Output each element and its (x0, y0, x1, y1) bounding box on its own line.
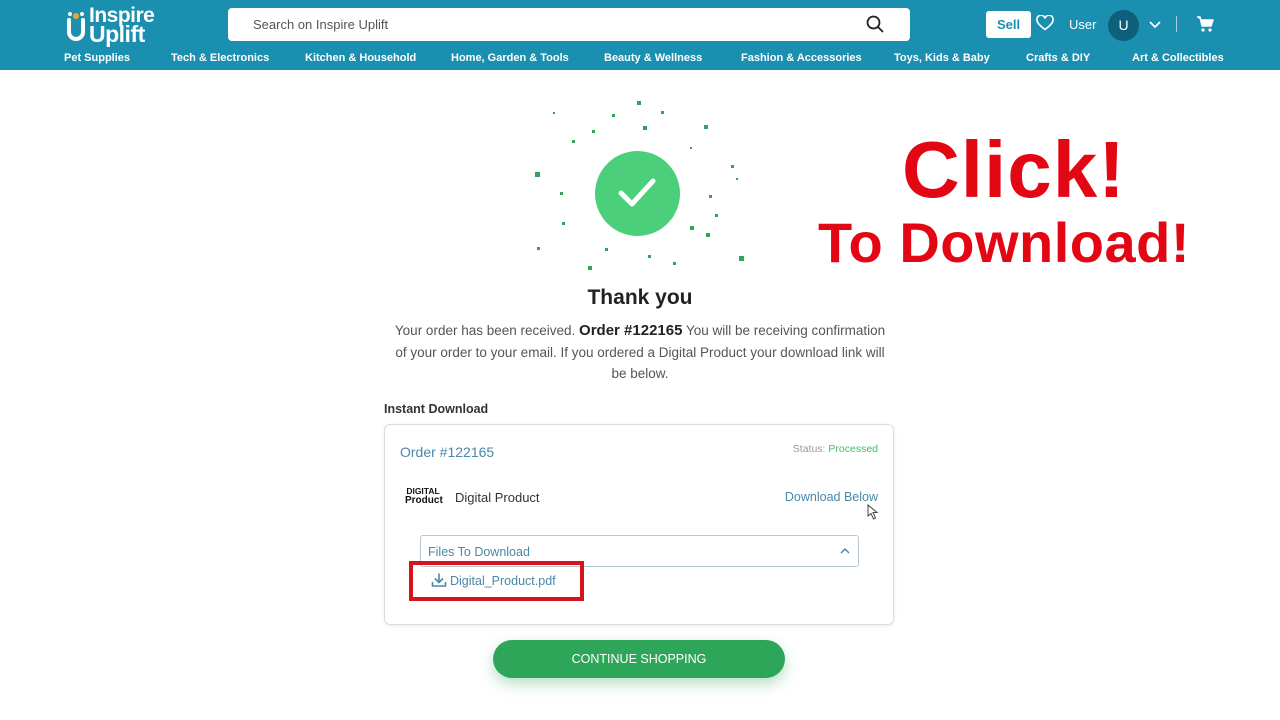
category-toys-kids-baby[interactable]: Toys, Kids & Baby (894, 52, 990, 64)
thank-you-heading: Thank you (587, 286, 693, 309)
category-home-garden-tools[interactable]: Home, Garden & Tools (451, 52, 569, 64)
product-thumb-line2: Product (405, 495, 443, 506)
order-number: Order #122165 (400, 444, 495, 460)
category-beauty-wellness[interactable]: Beauty & Wellness (604, 52, 702, 64)
product-thumbnail: DIGITAL Product (405, 487, 443, 507)
download-below-link[interactable]: Download Below (785, 490, 878, 504)
category-tech-electronics[interactable]: Tech & Electronics (171, 52, 269, 64)
mouse-cursor-icon (867, 504, 879, 520)
logo-text-uplift: Uplift (89, 21, 145, 47)
status-value: Processed (828, 443, 878, 455)
category-art-collectibles[interactable]: Art & Collectibles (1132, 52, 1224, 64)
success-check-icon (595, 151, 680, 236)
continue-shopping-button[interactable]: CONTINUE SHOPPING (493, 640, 785, 678)
instant-download-label: Instant Download (384, 402, 489, 416)
confirmation-msg-before: Your order has been received. (394, 323, 576, 338)
product-name: Digital Product (455, 490, 540, 505)
chevron-up-icon[interactable] (840, 547, 850, 555)
category-kitchen-household[interactable]: Kitchen & Household (305, 52, 416, 64)
category-fashion-accessories[interactable]: Fashion & Accessories (741, 52, 862, 64)
confirmation-order-number: Order #122165 (579, 322, 683, 339)
chevron-down-icon[interactable] (1148, 17, 1162, 31)
logo-mark-icon (67, 12, 85, 41)
status-label: Status: (792, 443, 826, 455)
order-status: Status: Processed (793, 443, 878, 455)
user-label[interactable]: User (1069, 17, 1096, 32)
header-divider (1176, 16, 1177, 32)
category-pet-supplies[interactable]: Pet Supplies (64, 52, 130, 64)
sell-button[interactable]: Sell (986, 11, 1031, 38)
overlay-to-download-text: To Download! (818, 211, 1190, 274)
files-to-download-title: Files To Download (428, 545, 530, 559)
category-crafts-diy[interactable]: Crafts & DIY (1026, 52, 1090, 64)
overlay-click-text: Click! (902, 125, 1126, 214)
confirmation-message: Your order has been received. Order #122… (390, 320, 890, 385)
top-header: Inspire Uplift Search on Inspire Uplift … (0, 0, 1280, 70)
site-logo[interactable]: Inspire Uplift (63, 4, 163, 47)
avatar[interactable]: U (1108, 10, 1139, 41)
search-input[interactable]: Search on Inspire Uplift (228, 8, 910, 41)
highlight-box (409, 561, 584, 601)
wishlist-heart-icon[interactable] (1036, 15, 1054, 31)
search-placeholder: Search on Inspire Uplift (253, 17, 389, 32)
search-icon[interactable] (866, 15, 884, 33)
cart-icon[interactable] (1196, 15, 1214, 33)
